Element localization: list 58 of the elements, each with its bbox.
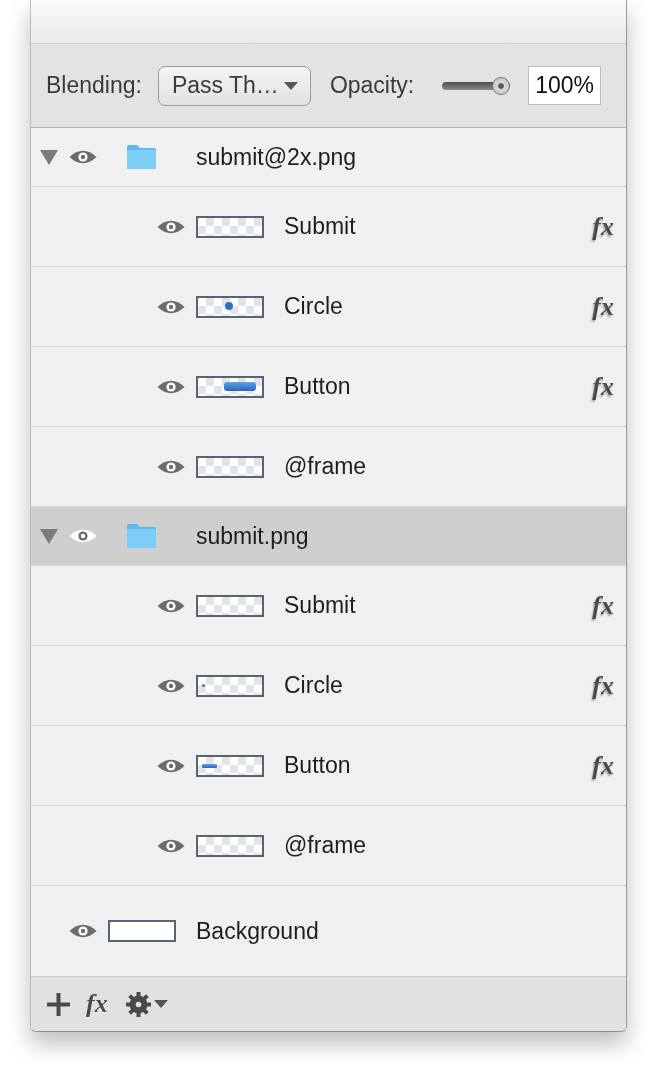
eye-icon[interactable] xyxy=(69,528,97,544)
thumbnail-icon xyxy=(108,920,176,942)
layer-row[interactable]: Submit fx xyxy=(31,566,626,646)
layer-name: Submit xyxy=(284,213,356,240)
group-name: submit.png xyxy=(196,522,309,550)
layer-name: Background xyxy=(196,917,319,945)
opacity-label: Opacity: xyxy=(329,72,415,99)
opacity-field[interactable]: 100% xyxy=(528,66,602,105)
layer-name: Button xyxy=(284,752,351,779)
disclosure-triangle-icon[interactable] xyxy=(40,528,58,544)
caret-icon[interactable] xyxy=(153,1000,168,1008)
eye-icon[interactable] xyxy=(157,298,185,315)
fx-label: fx xyxy=(592,371,614,402)
slider-thumb[interactable] xyxy=(492,76,511,95)
blending-label: Blending: xyxy=(46,72,142,99)
layer-row[interactable]: @frame xyxy=(31,427,626,507)
fx-label: fx xyxy=(592,590,614,621)
blending-dropdown[interactable]: Pass Th… xyxy=(157,65,311,106)
eye-icon[interactable] xyxy=(69,923,97,939)
eye-icon[interactable] xyxy=(157,837,185,854)
layer-row[interactable]: Circle fx xyxy=(31,267,626,347)
eye-icon[interactable] xyxy=(157,597,185,614)
fx-label: fx xyxy=(592,211,614,242)
layer-row[interactable]: Button fx xyxy=(31,726,626,806)
thumbnail-icon xyxy=(196,834,264,857)
fx-label: fx xyxy=(592,670,614,701)
layer-name: Submit xyxy=(284,592,356,619)
fx-label: fx xyxy=(592,291,614,322)
layer-row[interactable]: Submit fx xyxy=(31,187,626,267)
group-name: submit@2x.png xyxy=(196,143,357,171)
layer-row[interactable]: submit.png xyxy=(31,507,626,566)
eye-icon[interactable] xyxy=(157,218,185,235)
opacity-slider[interactable] xyxy=(442,76,511,95)
thumbnail-icon xyxy=(196,455,264,478)
eye-icon[interactable] xyxy=(69,149,97,165)
eye-icon[interactable] xyxy=(157,458,185,475)
layer-name: Circle xyxy=(284,672,343,699)
eye-icon[interactable] xyxy=(157,757,185,774)
folder-icon xyxy=(126,523,157,549)
eye-icon[interactable] xyxy=(157,378,185,395)
disclosure-triangle-icon[interactable] xyxy=(40,149,58,165)
layer-row[interactable]: Background xyxy=(31,886,626,976)
layer-row[interactable]: Button fx xyxy=(31,347,626,427)
folder-icon xyxy=(126,144,157,170)
layer-name: @frame xyxy=(284,453,367,480)
effects-button[interactable]: fx xyxy=(86,989,108,1019)
layer-name: Circle xyxy=(284,293,343,320)
thumbnail-icon xyxy=(196,215,264,238)
layer-row[interactable]: submit@2x.png xyxy=(31,128,626,187)
thumbnail-icon xyxy=(196,594,264,617)
add-icon[interactable] xyxy=(47,992,70,1016)
layer-name: Button xyxy=(284,373,351,400)
layer-row[interactable]: Circle fx xyxy=(31,646,626,726)
eye-icon[interactable] xyxy=(157,677,185,694)
fx-label: fx xyxy=(592,750,614,781)
caret-icon xyxy=(283,81,298,90)
layer-name: @frame xyxy=(284,832,367,859)
layer-row[interactable]: @frame xyxy=(31,806,626,886)
